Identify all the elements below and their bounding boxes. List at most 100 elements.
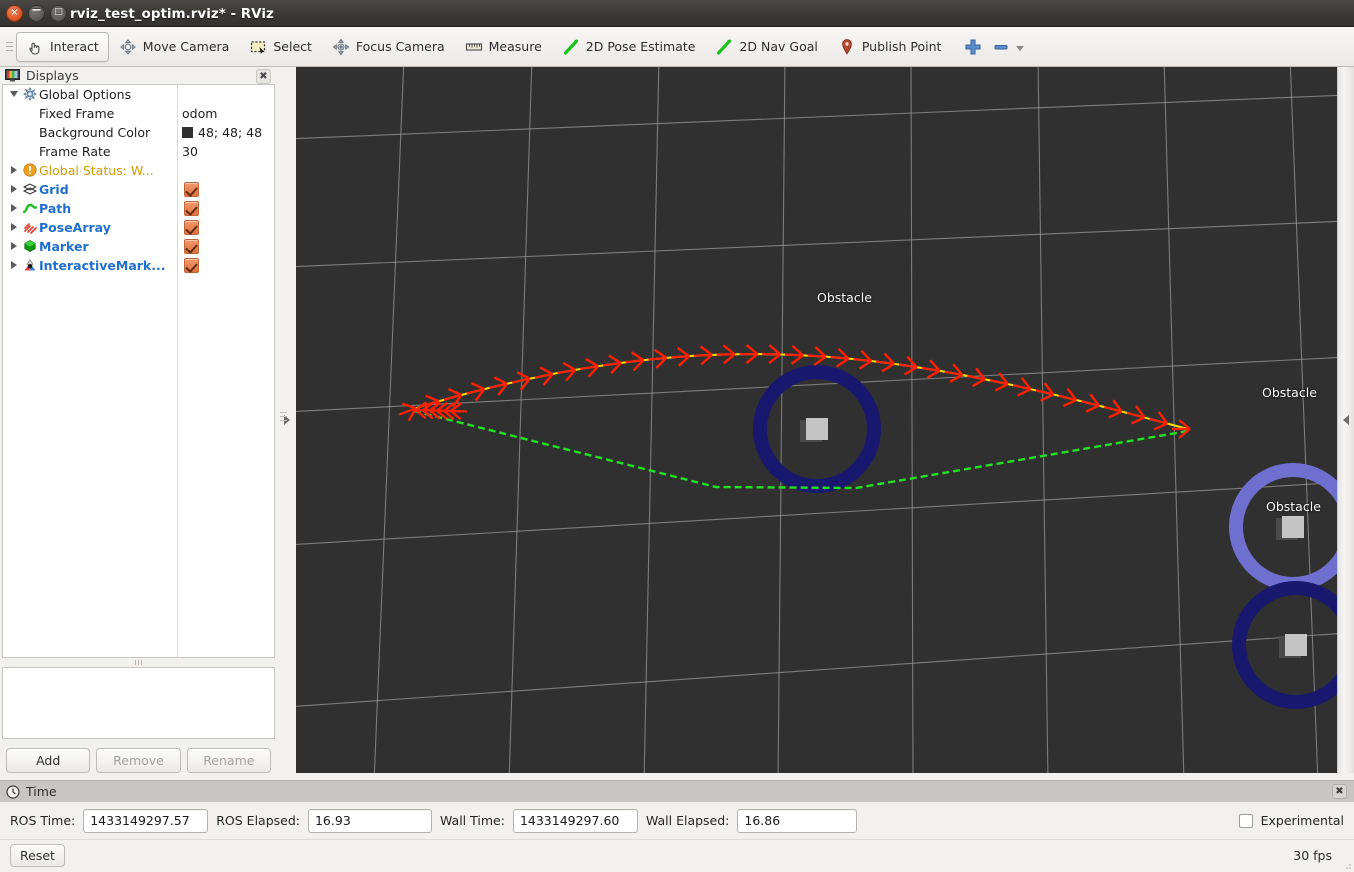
twisty-closed-icon[interactable] [7, 185, 21, 193]
displays-panel-close-button[interactable]: ✖ [256, 69, 271, 84]
tree-row[interactable]: Grid [3, 180, 274, 199]
tree-row[interactable]: Marker [3, 237, 274, 256]
remove-display-button[interactable]: Remove [96, 748, 181, 773]
marker-cube-icon [21, 239, 39, 253]
window-title: rviz_test_optim.rviz* - RViz [70, 6, 274, 22]
tree-row[interactable]: PoseArray [3, 218, 274, 237]
rename-display-button[interactable]: Rename [186, 748, 271, 773]
toolbar-button-move-camera[interactable]: Move Camera [109, 32, 240, 62]
toolbar-grip-handle[interactable] [4, 37, 14, 57]
render-viewport-3d[interactable]: Obstacle Obstacle Obstacle [296, 67, 1337, 773]
toolbar-button-interact[interactable]: Interact [16, 31, 109, 62]
time-panel-close-button[interactable]: ✖ [1332, 784, 1347, 799]
expand-right-panel-icon[interactable] [1343, 415, 1349, 425]
toolbar-overflow-chevron-down-icon[interactable] [1016, 46, 1025, 51]
tree-row[interactable]: Frame Rate 30 [3, 142, 274, 161]
ros-time-input[interactable]: 1433149297.57 [83, 808, 209, 833]
toolbar-button-label: Measure [488, 39, 542, 54]
tree-row[interactable]: Fixed Frame odom [3, 104, 274, 123]
clock-icon [6, 784, 20, 799]
wall-elapsed-input[interactable]: 16.86 [737, 808, 858, 833]
minimize-icon: − [31, 3, 42, 18]
ros-elapsed-label: ROS Elapsed: [216, 813, 300, 828]
time-panel-title: Time [26, 784, 57, 799]
toolbar-button-publish-point[interactable]: Publish Point [828, 32, 952, 62]
remove-tool-button[interactable] [989, 32, 1013, 62]
tree-item-value-cell[interactable]: 30 [182, 144, 198, 159]
display-enabled-checkbox[interactable] [184, 181, 199, 197]
tree-item-value: 30 [182, 143, 198, 159]
toolbar-button-measure[interactable]: Measure [455, 32, 552, 62]
tree-row[interactable]: Global Status: W... [3, 161, 274, 180]
displays-tree[interactable]: Global Options Fixed Frame odom Background … [2, 83, 275, 658]
ros-elapsed-input[interactable]: 16.93 [307, 808, 432, 833]
window-maximize-button[interactable]: □ [50, 5, 67, 22]
tree-row[interactable]: Global Options [3, 85, 274, 104]
close-icon: ✖ [1335, 786, 1344, 797]
toolbar-button-select[interactable]: Select [239, 32, 322, 62]
toolbar-button-focus-camera[interactable]: Focus Camera [322, 32, 455, 62]
left-panel-splitter[interactable] [277, 67, 296, 773]
add-tool-button[interactable] [957, 32, 989, 62]
panel-splitter-handle[interactable] [0, 658, 277, 667]
ros-time-label: ROS Time: [10, 813, 76, 828]
wall-time-label: Wall Time: [439, 813, 505, 828]
posearray-icon [21, 220, 39, 235]
close-icon: × [10, 6, 19, 18]
wall-time-input[interactable]: 1433149297.60 [512, 808, 638, 833]
time-panel: Time ✖ ROS Time: 1433149297.57 ROS Elaps… [0, 780, 1354, 872]
display-enabled-checkbox[interactable] [184, 200, 199, 216]
twisty-closed-icon[interactable] [7, 242, 21, 250]
tree-row[interactable]: Background Color 48; 48; 48 [3, 123, 274, 142]
toolbar-button-label: Interact [50, 39, 99, 54]
twisty-closed-icon[interactable] [7, 223, 21, 231]
tree-item-label: Path [39, 200, 72, 216]
twisty-closed-icon[interactable] [7, 261, 21, 269]
obstacle-label: Obstacle [1266, 499, 1321, 514]
window-close-button[interactable]: × [6, 5, 23, 22]
toolbar-button-2d-pose-estimate[interactable]: 2D Pose Estimate [552, 32, 706, 62]
tree-item-label: Global Options [39, 86, 132, 102]
tree-row[interactable]: InteractiveMark... [3, 256, 274, 275]
time-panel-header: Time ✖ [0, 780, 1354, 802]
grid-icon [21, 182, 39, 196]
property-detail-panel [2, 667, 275, 739]
tree-item-value: odom [182, 105, 218, 121]
warning-icon [21, 163, 39, 177]
tree-item-value-cell[interactable]: 48; 48; 48 [182, 125, 262, 140]
reset-button[interactable]: Reset [10, 844, 65, 867]
experimental-checkbox[interactable] [1238, 813, 1253, 828]
tree-item-value-cell[interactable]: odom [182, 106, 217, 121]
time-fields-row: ROS Time: 1433149297.57 ROS Elapsed: 16.… [0, 802, 1354, 840]
hand-cursor-icon [29, 42, 40, 55]
plus-icon [965, 39, 981, 54]
tree-item-label: Global Status: W... [39, 162, 154, 178]
gear-icon [21, 87, 39, 102]
toolbar-button-label: Focus Camera [355, 39, 445, 54]
right-panel-splitter[interactable] [1337, 67, 1354, 773]
twisty-closed-icon[interactable] [7, 204, 21, 212]
focus-camera-icon [332, 38, 350, 55]
add-display-button[interactable]: Add [6, 748, 91, 773]
display-enabled-checkbox[interactable] [184, 219, 199, 235]
toolbar-button-label: Select [273, 39, 312, 54]
toolbar-button-label: 2D Pose Estimate [585, 39, 696, 54]
obstacle-label: Obstacle [817, 290, 872, 305]
display-enabled-checkbox[interactable] [184, 238, 199, 254]
twisty-closed-icon[interactable] [7, 166, 21, 174]
move-camera-icon [119, 38, 136, 55]
minus-icon [994, 44, 1008, 49]
twisty-open-icon[interactable] [7, 91, 21, 97]
tree-item-label: Background Color [39, 124, 151, 140]
rviz-window: × − □ rviz_test_optim.rviz* - RViz Inter… [0, 0, 1354, 872]
wall-elapsed-label: Wall Elapsed: [645, 813, 730, 828]
tree-row[interactable]: Path [3, 199, 274, 218]
display-enabled-checkbox[interactable] [184, 257, 199, 273]
displays-panel: Displays ✖ Global Options Fixed Frame odom… [0, 67, 277, 773]
toolbar-button-2d-nav-goal[interactable]: 2D Nav Goal [705, 32, 827, 62]
window-minimize-button[interactable]: − [28, 3, 45, 22]
resize-grip-icon[interactable] [1342, 860, 1352, 870]
toolbar-button-label: Publish Point [861, 39, 942, 54]
color-swatch[interactable] [182, 126, 193, 138]
tree-item-label: InteractiveMark... [39, 257, 166, 273]
